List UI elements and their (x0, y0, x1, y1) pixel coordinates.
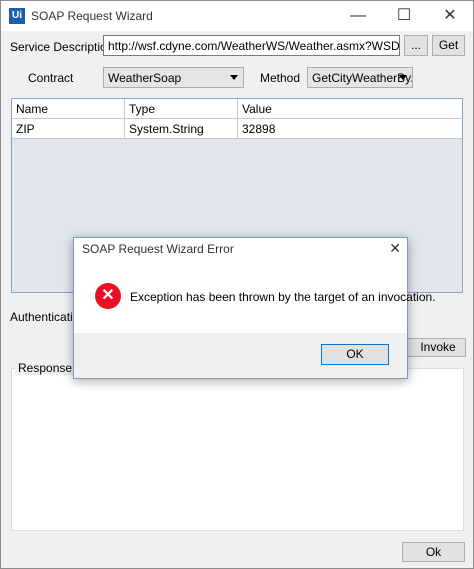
dialog-title: SOAP Request Wizard Error (82, 242, 234, 256)
grid-header: Name Type Value (12, 99, 462, 119)
minimize-button[interactable]: — (335, 1, 381, 31)
browse-button[interactable]: ... (404, 35, 428, 56)
title-bar: Ui SOAP Request Wizard — ☐ ✕ (1, 1, 473, 31)
error-icon: ✕ (95, 283, 121, 309)
invoke-button[interactable]: Invoke (400, 338, 466, 357)
error-dialog: SOAP Request Wizard Error ✕ ✕ Exception … (73, 237, 436, 379)
maximize-button[interactable]: ☐ (381, 1, 427, 31)
table-row[interactable]: ZIP System.String 32898 (12, 119, 462, 139)
response-group-label: Response (15, 361, 76, 375)
cell-type[interactable]: System.String (125, 119, 238, 139)
get-button[interactable]: Get (432, 35, 465, 56)
cell-name[interactable]: ZIP (12, 119, 125, 139)
window-title: SOAP Request Wizard (31, 9, 153, 23)
dialog-message: Exception has been thrown by the target … (130, 290, 436, 304)
contract-select[interactable]: WeatherSoap (103, 67, 244, 88)
dialog-close-button[interactable]: ✕ (389, 240, 401, 257)
method-select[interactable]: GetCityWeatherBy. (307, 67, 413, 88)
method-label: Method (260, 71, 301, 85)
chevron-down-icon (399, 75, 407, 80)
dialog-footer: OK (74, 333, 407, 378)
dialog-title-bar: SOAP Request Wizard Error ✕ (74, 238, 407, 260)
column-header-name[interactable]: Name (12, 99, 125, 119)
cell-value[interactable]: 32898 (238, 119, 462, 139)
ok-button[interactable]: Ok (402, 542, 465, 562)
app-logo-icon: Ui (9, 8, 25, 24)
close-button[interactable]: ✕ (427, 1, 473, 31)
contract-label: Contract (28, 71, 74, 85)
contract-value: WeatherSoap (108, 71, 182, 85)
chevron-down-icon (230, 75, 238, 80)
column-header-type[interactable]: Type (125, 99, 238, 119)
column-header-value[interactable]: Value (238, 99, 462, 119)
dialog-ok-button[interactable]: OK (321, 344, 389, 365)
service-url-input[interactable]: http://wsf.cdyne.com/WeatherWS/Weather.a… (103, 35, 400, 56)
service-description-label: Service Description (10, 40, 114, 54)
response-textbox[interactable] (11, 368, 464, 531)
method-value: GetCityWeatherBy. (312, 71, 413, 85)
